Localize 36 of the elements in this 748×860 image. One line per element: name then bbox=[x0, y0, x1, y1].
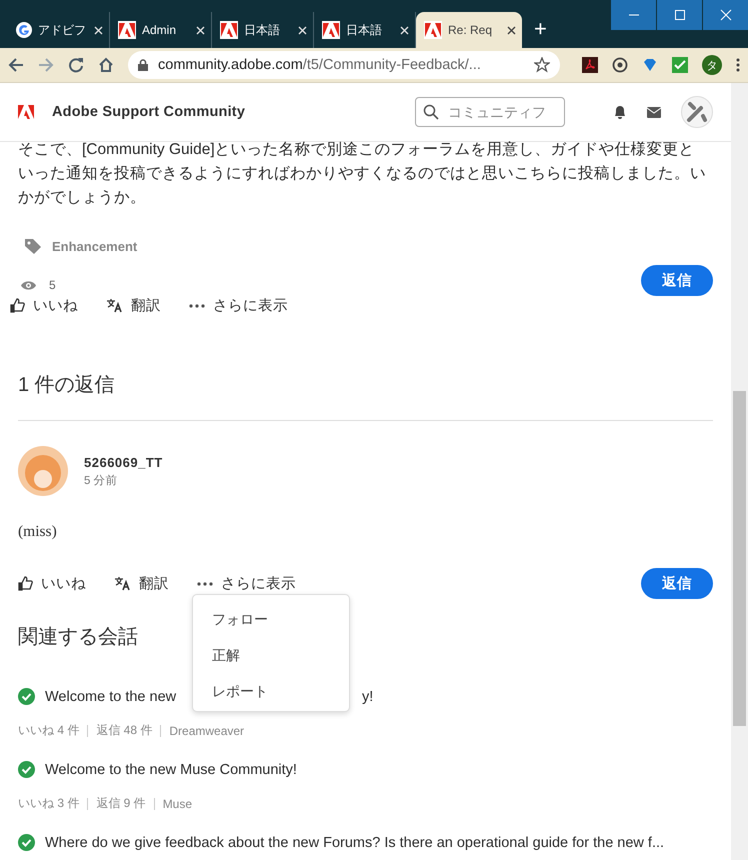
replies-heading: 1 件の返信 bbox=[18, 373, 115, 398]
action-link[interactable]: さらに表示 bbox=[197, 574, 296, 593]
reply-button[interactable]: 返信 bbox=[641, 265, 713, 296]
section-heading: 関連する会話 bbox=[18, 625, 138, 650]
author-name[interactable]: 5266069_TT bbox=[84, 454, 163, 470]
action-link[interactable]: 翻訳 bbox=[114, 574, 169, 593]
menu-item[interactable]: レポート bbox=[212, 680, 349, 702]
board-link[interactable]: Dreamweaver bbox=[169, 724, 244, 738]
board-link[interactable]: Muse bbox=[162, 796, 192, 810]
action-link[interactable]: いいね bbox=[18, 574, 86, 593]
conversation-link[interactable]: Where do we give feedback about the new Forums? Is there an operational guide for the new f... bbox=[45, 834, 664, 850]
tag-label[interactable]: Enhancement bbox=[52, 238, 138, 254]
post-time: 5 分前 bbox=[84, 474, 119, 488]
like-count: いいね 3 件 bbox=[18, 795, 80, 812]
conversation-link[interactable]: y! bbox=[362, 688, 374, 704]
reply-button[interactable]: 返信 bbox=[641, 568, 713, 599]
reply-count: 返信 9 件 bbox=[96, 795, 146, 812]
like-count: いいね 4 件 bbox=[18, 722, 80, 739]
new-tab-button[interactable]: + bbox=[534, 16, 547, 42]
search-field[interactable]: コミュニティフ bbox=[415, 97, 565, 127]
menu-item[interactable]: 正解 bbox=[212, 644, 349, 666]
action-link[interactable]: いいね bbox=[10, 296, 78, 315]
address-bar[interactable]: community.adobe.com/t5/Community-Feedback/... bbox=[128, 51, 560, 79]
reply-count: 返信 48 件 bbox=[96, 722, 152, 739]
reply-text: (miss) bbox=[18, 523, 58, 541]
action-link[interactable]: さらに表示 bbox=[189, 296, 288, 315]
site-title: Adobe Support Community bbox=[52, 104, 246, 120]
menu-item[interactable]: フォロー bbox=[212, 608, 349, 630]
url-text: community.adobe.com/t5/Community-Feedback/... bbox=[158, 57, 482, 73]
browser-tab[interactable]: Re: Req bbox=[416, 12, 522, 48]
profile-avatar[interactable]: タ bbox=[702, 55, 722, 75]
view-count: 5 bbox=[49, 278, 56, 292]
conversation-link[interactable]: Welcome to the new bbox=[45, 688, 176, 704]
action-link[interactable]: 翻訳 bbox=[106, 296, 161, 315]
conversation-link[interactable]: Welcome to the new Muse Community! bbox=[45, 762, 297, 778]
post-text: そこで、[Community Guide]といった名称で別途このフォーラムを用意し、ガイドや仕様変更と いった通知を投稿できるようにすればわかりやすくなるのではと思いこちらに投稿しました。い かがでしょうか。 bbox=[18, 140, 707, 208]
